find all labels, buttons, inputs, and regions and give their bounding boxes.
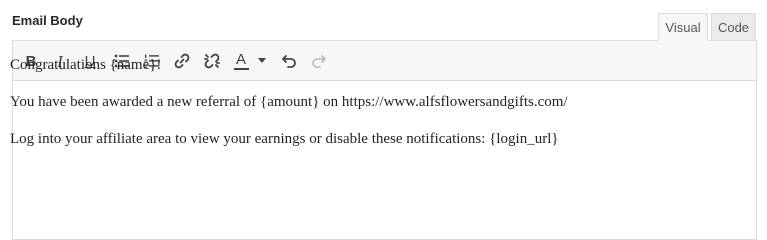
tab-code[interactable]: Code	[711, 13, 756, 41]
content-paragraph: Congratulations {name}!	[10, 57, 162, 73]
content-paragraph: Log into your affiliate area to view you…	[10, 131, 559, 147]
email-body-label: Email Body	[12, 13, 83, 28]
editor-content[interactable]: Congratulations {name}! You have been aw…	[10, 56, 757, 167]
content-paragraph: You have been awarded a new referral of …	[10, 94, 568, 110]
tab-visual[interactable]: Visual	[658, 13, 708, 41]
